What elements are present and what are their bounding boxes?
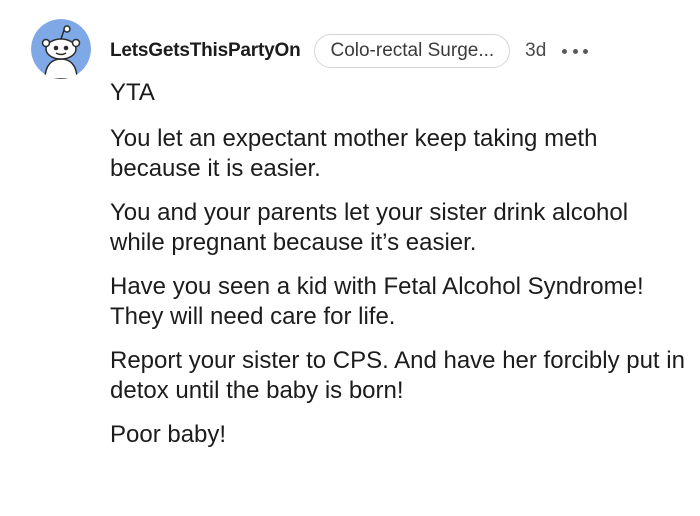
comment-paragraph: Have you seen a kid with Fetal Alcohol S… [110,273,644,330]
comment-paragraph: You let an expectant mother keep taking … [110,125,598,182]
username-link[interactable]: LetsGetsThisPartyOn [110,40,301,62]
comment-paragraph: You and your parents let your sister dri… [110,199,629,256]
user-flair-badge[interactable]: Colo-rectal Surge... [314,34,511,68]
more-dot [572,48,578,54]
comment-paragraph: Poor baby! [110,421,227,448]
reddit-snoo-avatar-icon [31,19,91,79]
comment-paragraph: YTA [110,79,155,106]
more-dot [562,48,568,54]
comment-body: YTA You let an expectant mother keep tak… [110,78,685,464]
user-avatar[interactable] [31,19,91,79]
comment-timestamp: 3d [525,40,547,61]
more-options-icon[interactable] [562,41,589,61]
comment-paragraph: Report your sister to CPS. And have her … [110,347,685,404]
comment-header: LetsGetsThisPartyOn Colo-rectal Surge...… [110,34,589,68]
comment: LetsGetsThisPartyOn Colo-rectal Surge...… [0,0,700,516]
more-dot [583,48,589,54]
